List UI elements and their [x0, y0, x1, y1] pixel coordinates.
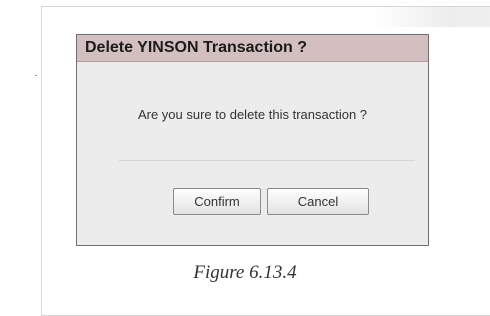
dialog-divider	[119, 160, 415, 161]
stray-mark	[35, 75, 37, 76]
figure-caption: Figure 6.13.4	[193, 262, 297, 283]
page-curl-shadow	[375, 7, 490, 27]
delete-transaction-dialog: Delete YINSON Transaction ? Are you sure…	[76, 34, 429, 246]
dialog-title: Delete YINSON Transaction ?	[85, 39, 307, 56]
dialog-message: Are you sure to delete this transaction …	[137, 107, 368, 122]
confirm-button[interactable]: Confirm	[173, 188, 261, 215]
dialog-titlebar: Delete YINSON Transaction ?	[77, 35, 428, 62]
cancel-button[interactable]: Cancel	[267, 188, 369, 215]
